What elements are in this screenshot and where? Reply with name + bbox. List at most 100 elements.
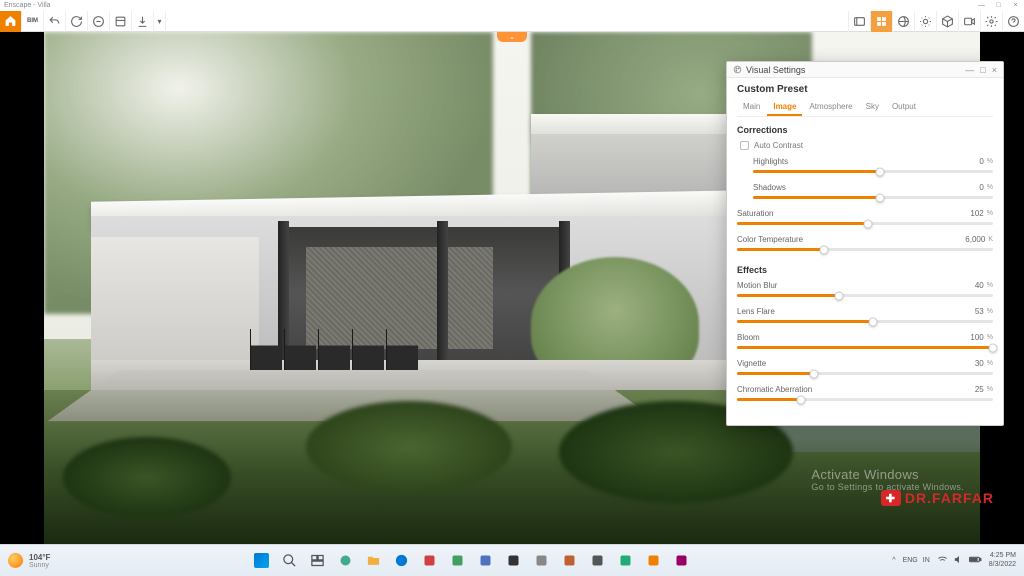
window-maximize[interactable]: □ <box>994 2 1003 9</box>
home-button[interactable] <box>0 11 22 32</box>
app-icon-1[interactable] <box>417 549 441 573</box>
battery-icon[interactable] <box>969 554 982 567</box>
filter-button[interactable] <box>88 11 110 32</box>
panel-close[interactable]: × <box>992 65 997 75</box>
export-dropdown[interactable]: ▾ <box>154 11 166 32</box>
app-icon-4[interactable] <box>501 549 525 573</box>
bim-button[interactable]: BIM <box>22 11 44 32</box>
panel-handle-icon[interactable]: ⌄ <box>497 32 527 42</box>
clock-date: 8/3/2022 <box>989 561 1016 569</box>
search-button[interactable] <box>277 549 301 573</box>
slider-track[interactable] <box>737 248 993 251</box>
sun-button[interactable] <box>914 11 936 32</box>
taskbar-center <box>249 549 693 573</box>
app-icon-10[interactable] <box>669 549 693 573</box>
widgets-button[interactable] <box>333 549 357 573</box>
panel-header[interactable]: Visual Settings — □ × <box>727 62 1003 78</box>
slider-thumb[interactable] <box>989 343 998 352</box>
slider-track[interactable] <box>753 196 993 199</box>
slider-track[interactable] <box>753 170 993 173</box>
app-title: Enscape - Villa <box>4 2 51 9</box>
slider-track[interactable] <box>737 398 993 401</box>
slider-thumb[interactable] <box>835 291 844 300</box>
section-effects: Effects <box>737 265 993 275</box>
weather-icon <box>8 553 23 568</box>
window-controls: — □ × <box>977 2 1020 9</box>
visual-settings-panel: Visual Settings — □ × Custom Preset Main… <box>726 61 1004 426</box>
tray-chevron-icon[interactable]: ^ <box>892 557 895 564</box>
slider-chromatic-aberration: Chromatic Aberration25% <box>737 385 993 401</box>
wifi-icon[interactable] <box>937 554 948 567</box>
tab-atmosphere[interactable]: Atmosphere <box>803 99 858 116</box>
app-icon-2[interactable] <box>445 549 469 573</box>
toolbar-right <box>848 11 1024 31</box>
app-icon-6[interactable] <box>557 549 581 573</box>
undo-button[interactable] <box>44 11 66 32</box>
app-icon-8[interactable] <box>613 549 637 573</box>
panel-maximize[interactable]: □ <box>980 65 985 75</box>
slider-highlights: Highlights0% <box>753 157 993 173</box>
brand-badge-icon: ✚ <box>881 490 901 506</box>
brand-text: DR.FARFAR <box>905 490 994 506</box>
slider-bloom: Bloom100% <box>737 333 993 349</box>
slider-thumb[interactable] <box>797 395 806 404</box>
explorer-icon[interactable] <box>361 549 385 573</box>
slider-color-temperature: Color Temperature6,000K <box>737 235 993 251</box>
weather-temp: 104°F <box>29 553 50 562</box>
sync-button[interactable] <box>66 11 88 32</box>
renders-button[interactable] <box>848 11 870 32</box>
tab-sky[interactable]: Sky <box>860 99 885 116</box>
letterbox-left <box>0 32 44 544</box>
app-icon-7[interactable] <box>585 549 609 573</box>
package-button[interactable] <box>936 11 958 32</box>
windows-taskbar[interactable]: 104°F Sunny ^ ENG IN 4:25 PM <box>0 544 1024 576</box>
slider-thumb[interactable] <box>809 369 818 378</box>
slider-track[interactable] <box>737 222 993 225</box>
edge-icon[interactable] <box>389 549 413 573</box>
tray-lang[interactable]: ENG <box>903 557 918 564</box>
app-icon-5[interactable] <box>529 549 553 573</box>
tray-region[interactable]: IN <box>923 557 930 564</box>
slider-thumb[interactable] <box>876 167 885 176</box>
export-button[interactable] <box>132 11 154 32</box>
windows-watermark: Activate Windows Go to Settings to activ… <box>811 467 964 492</box>
main-toolbar: BIM ▾ <box>0 11 1024 32</box>
help-button[interactable] <box>1002 11 1024 32</box>
taskview-button[interactable] <box>305 549 329 573</box>
tab-main[interactable]: Main <box>737 99 766 116</box>
slider-lens-flare: Lens Flare53% <box>737 307 993 323</box>
video-button[interactable] <box>958 11 980 32</box>
section-corrections: Corrections <box>737 125 993 135</box>
app-titlebar: Enscape - Villa — □ × <box>0 0 1024 11</box>
taskbar-tray[interactable]: ^ ENG IN 4:25 PM 8/3/2022 <box>892 552 1016 569</box>
slider-track[interactable] <box>737 320 993 323</box>
auto-contrast-checkbox[interactable] <box>740 141 749 150</box>
toolbar-left: BIM ▾ <box>0 11 166 31</box>
weather-label: Sunny <box>29 562 50 569</box>
slider-track[interactable] <box>737 294 993 297</box>
taskbar-clock[interactable]: 4:25 PM 8/3/2022 <box>989 552 1016 569</box>
clock-time: 4:25 PM <box>989 552 1016 560</box>
slider-shadows: Shadows0% <box>753 183 993 199</box>
window-close[interactable]: × <box>1011 2 1020 9</box>
globe-button[interactable] <box>892 11 914 32</box>
brand-watermark: ✚ DR.FARFAR <box>881 490 994 506</box>
panel-minimize[interactable]: — <box>965 65 974 75</box>
tab-image[interactable]: Image <box>767 99 802 116</box>
slider-thumb[interactable] <box>876 193 885 202</box>
taskbar-weather[interactable]: 104°F Sunny <box>8 553 50 569</box>
app-icon-3[interactable] <box>473 549 497 573</box>
slider-track[interactable] <box>737 346 993 349</box>
tab-output[interactable]: Output <box>886 99 922 116</box>
slider-track[interactable] <box>737 372 993 375</box>
settings-button[interactable] <box>980 11 1002 32</box>
slider-thumb[interactable] <box>863 219 872 228</box>
layers-button[interactable] <box>110 11 132 32</box>
styles-button[interactable] <box>870 11 892 32</box>
slider-thumb[interactable] <box>820 245 829 254</box>
volume-icon[interactable] <box>953 554 964 567</box>
app-icon-9[interactable] <box>641 549 665 573</box>
slider-thumb[interactable] <box>868 317 877 326</box>
window-minimize[interactable]: — <box>977 2 986 9</box>
start-button[interactable] <box>249 549 273 573</box>
